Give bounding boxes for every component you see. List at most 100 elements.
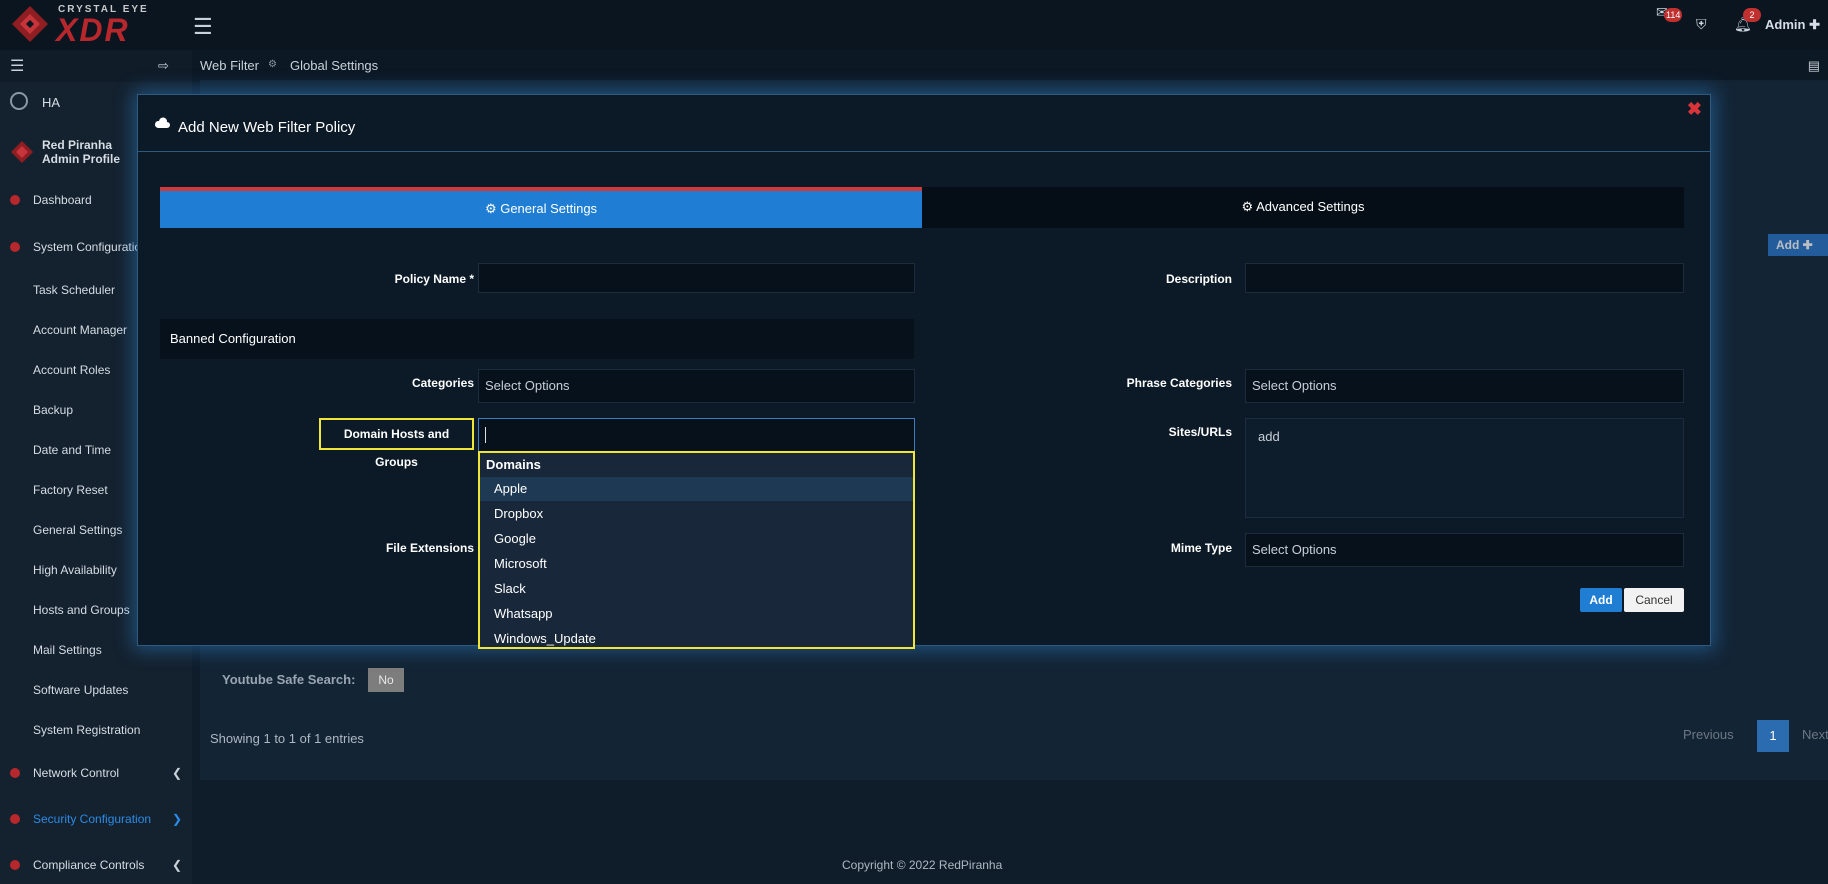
breadcrumb-global-settings[interactable]: Global Settings (290, 58, 378, 73)
breadcrumb-web-filter[interactable]: Web Filter (200, 58, 259, 73)
add-web-filter-policy-modal: Add New Web Filter Policy ✖ ⚙ General Se… (137, 94, 1711, 649)
sidebar-item-compliance-controls[interactable]: Compliance Controls ❮ (0, 853, 192, 877)
chevron-left-icon: ❮ (171, 858, 182, 872)
option-label: Apple (494, 481, 528, 496)
option-label: Windows_Update (494, 631, 596, 646)
dropdown-option-google[interactable]: Google (480, 527, 913, 551)
power-icon (10, 92, 28, 110)
description-label: Description (1165, 272, 1232, 286)
mime-type-select[interactable]: Select Options (1245, 533, 1684, 567)
tab-label: Advanced Settings (1256, 199, 1365, 214)
sidebar-item-software-updates[interactable]: Software Updates (0, 678, 192, 702)
top-bar: CRYSTAL EYE XDR ☰ ✉ 114 ⛨ 🔔︎ 2 Admin ✚ (0, 0, 1828, 50)
sidebar-item-label: Backup (33, 403, 74, 417)
description-input[interactable] (1245, 263, 1684, 293)
ha-label: HA (42, 95, 61, 110)
option-label: Microsoft (494, 556, 547, 571)
gears-icon: ⚙ (1241, 199, 1254, 214)
network-icon (10, 768, 20, 778)
cloud-icon (154, 117, 170, 128)
tab-advanced-settings[interactable]: ⚙ Advanced Settings (922, 187, 1684, 228)
sidebar-item-label: System Registration (33, 723, 141, 737)
sidebar-item-label: Software Updates (33, 683, 129, 697)
sidebar-item-label: Account Roles (33, 363, 111, 377)
sidebar-item-label: Date and Time (33, 443, 112, 457)
pagination-page-1[interactable]: 1 (1757, 720, 1789, 752)
add-button[interactable]: Add (1580, 588, 1622, 612)
sidebar-item-label: Account Manager (33, 323, 128, 337)
modal-header: Add New Web Filter Policy ✖ (138, 95, 1710, 152)
sidebar-item-label: Hosts and Groups (33, 603, 130, 617)
sidebar-item-label: General Settings (33, 523, 123, 537)
breadcrumb: Web Filter ⚙ Global Settings ▤ (192, 50, 1828, 82)
pagination-previous[interactable]: Previous (1683, 727, 1734, 742)
admin-menu[interactable]: Admin ✚ (1765, 17, 1820, 33)
compliance-icon (10, 860, 20, 870)
youtube-safe-search-toggle[interactable]: No (368, 668, 404, 692)
copyright-text: Copyright © 2022 RedPiranha (842, 858, 1003, 872)
dashboard-icon (10, 195, 20, 205)
admin-label: Admin (1765, 17, 1806, 32)
sidebar-item-label: Security Configuration (33, 812, 152, 826)
sidebar-item-label: Compliance Controls (33, 858, 145, 872)
dropdown-option-microsoft[interactable]: Microsoft (480, 552, 913, 576)
background-add-label: Add (1776, 238, 1800, 252)
dropdown-option-apple[interactable]: Apple (480, 477, 913, 501)
mail-badge: 114 (1664, 8, 1683, 22)
brand-main-text: XDR (56, 12, 130, 48)
policy-name-input[interactable] (478, 263, 915, 293)
background-add-button[interactable]: Add ✚ (1768, 234, 1828, 256)
domain-hosts-and-groups-input[interactable] (478, 418, 915, 452)
settings-icon (10, 242, 20, 252)
shield-icon[interactable]: ⛨ (1696, 16, 1707, 33)
sidebar-item-system-registration[interactable]: System Registration (0, 718, 192, 742)
dropdown-option-windows-update[interactable]: Windows_Update (480, 627, 913, 651)
chevron-left-icon: ❮ (171, 766, 182, 780)
mime-type-label: Mime Type (1170, 541, 1232, 555)
cancel-button[interactable]: Cancel (1624, 588, 1684, 612)
sites-urls-textarea[interactable]: add (1245, 418, 1684, 518)
logout-icon[interactable]: ⇨ (158, 58, 169, 74)
sidebar-item-label: Mail Settings (33, 643, 102, 657)
youtube-safe-search-label: Youtube Safe Search: (222, 672, 356, 687)
tab-general-settings[interactable]: ⚙ General Settings (160, 187, 922, 228)
option-label: Slack (494, 581, 526, 596)
alert-badge: 2 (1743, 8, 1761, 22)
domain-dropdown: Domains Apple Dropbox Google Microsoft S… (478, 451, 915, 649)
brand-logo[interactable]: CRYSTAL EYE XDR (6, 0, 166, 50)
file-extensions-label: File Extensions (385, 541, 474, 555)
dropdown-option-slack[interactable]: Slack (480, 577, 913, 601)
sidebar-item-label: High Availability (33, 563, 117, 577)
gear-icon: ⚙ (484, 201, 497, 216)
option-label: Whatsapp (494, 606, 553, 621)
security-icon (10, 814, 20, 824)
chevron-down-icon: ❯ (171, 812, 182, 826)
entries-info: Showing 1 to 1 of 1 entries (210, 731, 364, 746)
sidebar-item-network-control[interactable]: Network Control ❮ (0, 761, 192, 785)
dropdown-option-whatsapp[interactable]: Whatsapp (480, 602, 913, 626)
categories-select[interactable]: Select Options (478, 369, 915, 403)
sidebar-toggle-icon[interactable]: ☰ (10, 56, 24, 76)
sidebar-item-label: System Configuration (33, 240, 148, 254)
dropdown-option-dropbox[interactable]: Dropbox (480, 502, 913, 526)
categories-label: Categories (411, 376, 474, 390)
pagination-next[interactable]: Next (1802, 727, 1828, 742)
crystal-eye-logo-icon (12, 6, 48, 42)
modal-title: Add New Web Filter Policy (178, 119, 356, 136)
text-caret (485, 427, 486, 443)
phrase-categories-label: Phrase Categories (1126, 376, 1232, 390)
domain-hosts-and-groups-label: Domain Hosts and Groups (319, 418, 474, 469)
sidebar-item-label: Factory Reset (33, 483, 108, 497)
profile-name: Red Piranha (42, 138, 113, 152)
profile-logo-icon (11, 141, 33, 163)
close-icon[interactable]: ✖ (1687, 99, 1702, 120)
modal-tabs: ⚙ General Settings ⚙ Advanced Settings (160, 187, 1684, 228)
sidebar-item-security-configuration[interactable]: Security Configuration ❯ (0, 807, 192, 831)
sites-urls-label: Sites/URLs (1168, 425, 1232, 439)
phrase-categories-select[interactable]: Select Options (1245, 369, 1684, 403)
sidebar-item-label: Dashboard (33, 193, 92, 207)
book-icon[interactable]: ▤ (1808, 58, 1820, 74)
menu-toggle-icon[interactable]: ☰ (193, 14, 213, 40)
banned-configuration-header: Banned Configuration (160, 319, 914, 359)
dropdown-group-label: Domains (486, 457, 541, 472)
